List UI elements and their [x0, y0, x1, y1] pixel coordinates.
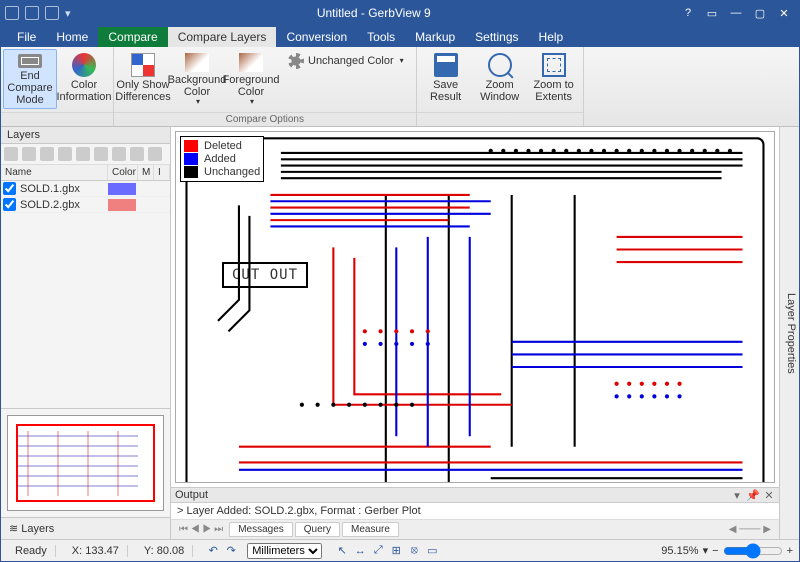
layers-accordion[interactable]: ≋ Layers [1, 517, 170, 539]
layer-row[interactable]: SOLD.2.gbx [1, 197, 170, 213]
left-sidebar: Layers Name Color M I SOLD.1.gbx [1, 127, 171, 539]
layer-visible-check[interactable] [3, 198, 16, 211]
zoom-icon [488, 53, 512, 77]
layers-toolbar [1, 144, 170, 165]
lt-btn-7[interactable] [112, 147, 126, 161]
brush-icon [185, 53, 209, 72]
save-result-button[interactable]: Save Result [419, 49, 473, 109]
tab-home[interactable]: Home [46, 27, 98, 47]
output-message: > Layer Added: SOLD.2.gbx, Format : Gerb… [171, 503, 779, 520]
tab-help[interactable]: Help [529, 27, 574, 47]
zoom-extents-button[interactable]: Zoom to Extents [527, 49, 581, 109]
brush-icon [239, 53, 263, 72]
tool-undo[interactable]: ↶ [205, 543, 221, 559]
end-compare-button[interactable]: End Compare Mode [3, 49, 57, 109]
output-tab-measure[interactable]: Measure [342, 522, 399, 537]
zoom-slider[interactable] [723, 543, 783, 559]
close-button[interactable]: ✕ [773, 3, 795, 23]
titlebar: ▾ Untitled - GerbView 9 ? ▭ — ▢ ✕ [1, 1, 799, 25]
zoom-in[interactable]: + [787, 545, 793, 557]
compare-legend: Deleted Added Unchanged [180, 136, 264, 182]
output-scroll[interactable]: ◀ ─── ▶ [725, 524, 775, 535]
window-title: Untitled - GerbView 9 [71, 6, 677, 20]
tab-compare-context[interactable]: Compare [98, 27, 167, 47]
layer-properties-tab[interactable]: Layer Properties [779, 127, 799, 539]
minimize-button[interactable]: — [725, 3, 747, 23]
lt-btn-6[interactable] [94, 147, 108, 161]
lt-btn-2[interactable] [22, 147, 36, 161]
diff-icon [131, 53, 155, 77]
tool-1[interactable]: ↖ [334, 543, 350, 559]
tab-file[interactable]: File [7, 27, 46, 47]
gear-icon [288, 53, 304, 69]
lt-btn-3[interactable] [40, 147, 54, 161]
qat-icon-2[interactable] [25, 6, 39, 20]
ribbon-toggle-button[interactable]: ▭ [701, 3, 723, 23]
qat-icon-1[interactable] [5, 6, 19, 20]
bg-color-button[interactable]: Background Color [170, 49, 224, 109]
tool-redo[interactable]: ↷ [223, 543, 239, 559]
status-x: X: 133.47 [64, 545, 128, 557]
units-select[interactable]: Millimeters [247, 543, 322, 559]
zoom-out[interactable]: − [712, 545, 718, 557]
tab-settings[interactable]: Settings [465, 27, 528, 47]
output-pin[interactable]: ▾ [731, 489, 743, 501]
output-tab-messages[interactable]: Messages [229, 522, 293, 537]
layer-color-swatch[interactable] [108, 199, 136, 211]
canvas-viewport[interactable]: Deleted Added Unchanged CUT OUT [175, 131, 775, 483]
layer-visible-check[interactable] [3, 182, 16, 195]
lt-btn-8[interactable] [130, 147, 144, 161]
output-title: Output [175, 489, 208, 501]
layer-color-swatch[interactable] [108, 183, 136, 195]
tool-4[interactable]: ⊞ [388, 543, 404, 559]
extents-icon [542, 53, 566, 77]
unchanged-color-button[interactable]: Unchanged Color [282, 51, 410, 71]
pcb-artwork [176, 132, 774, 483]
group-compare-options: Compare Options [114, 112, 416, 126]
navigator [1, 408, 170, 517]
zoom-value: 95.15% [661, 545, 698, 557]
tool-3[interactable]: ⤢ [370, 543, 386, 559]
navigator-view[interactable] [7, 415, 164, 511]
stack-icon [18, 54, 42, 68]
output-panel: Output ▾ 📌 ✕ > Layer Added: SOLD.2.gbx, … [171, 487, 779, 539]
layers-header: Name Color M I [1, 165, 170, 181]
ribbon: End Compare Mode Color Information Only … [1, 47, 799, 127]
layer-row[interactable]: SOLD.1.gbx [1, 181, 170, 197]
tab-tools[interactable]: Tools [357, 27, 405, 47]
ribbon-tabstrip: File Home Compare Compare Layers Convers… [1, 25, 799, 47]
zoom-window-button[interactable]: Zoom Window [473, 49, 527, 109]
output-tab-query[interactable]: Query [295, 522, 340, 537]
only-diff-button[interactable]: Only Show Differences [116, 49, 170, 109]
help-button[interactable]: ? [677, 3, 699, 23]
lt-btn-4[interactable] [58, 147, 72, 161]
layers-panel-title: Layers [1, 127, 170, 144]
qat-icon-3[interactable] [45, 6, 59, 20]
lt-btn-5[interactable] [76, 147, 90, 161]
status-bar: Ready X: 133.47 Y: 80.08 ↶ ↷ Millimeters… [1, 539, 799, 561]
tab-markup[interactable]: Markup [405, 27, 465, 47]
palette-icon [72, 53, 96, 77]
tool-2[interactable]: ↔ [352, 543, 368, 559]
status-ready: Ready [7, 545, 56, 557]
output-close[interactable]: ✕ [763, 489, 775, 501]
tab-conversion[interactable]: Conversion [276, 27, 357, 47]
lt-btn-9[interactable] [148, 147, 162, 161]
zoom-down[interactable]: ▾ [703, 544, 709, 557]
tool-6[interactable]: ▭ [424, 543, 440, 559]
color-info-button[interactable]: Color Information [57, 49, 111, 109]
fg-color-button[interactable]: Foreground Color [224, 49, 278, 109]
save-icon [434, 53, 458, 77]
tool-5[interactable]: ⦻ [406, 543, 422, 559]
lt-btn-1[interactable] [4, 147, 18, 161]
tab-compare-layers[interactable]: Compare Layers [168, 27, 277, 47]
maximize-button[interactable]: ▢ [749, 3, 771, 23]
output-autohide[interactable]: 📌 [747, 489, 759, 501]
status-y: Y: 80.08 [136, 545, 193, 557]
output-prev[interactable]: ⏮ ◀ ▶ ⏭ [175, 524, 227, 535]
